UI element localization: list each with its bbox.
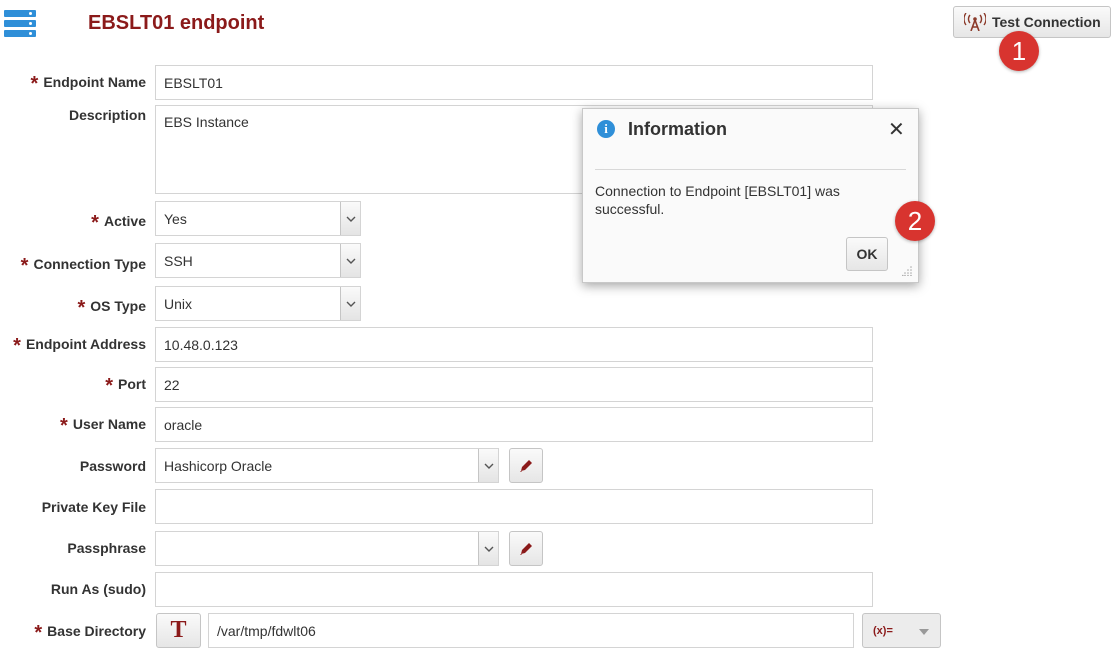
pencil-icon bbox=[520, 542, 532, 555]
info-icon: i bbox=[597, 120, 615, 138]
chevron-down-icon[interactable] bbox=[340, 244, 360, 277]
private-key-file-label: Private Key File bbox=[41, 499, 146, 515]
password-select[interactable]: Hashicorp Oracle bbox=[155, 448, 499, 483]
private-key-file-input[interactable] bbox=[155, 489, 873, 524]
run-as-input[interactable] bbox=[155, 572, 873, 607]
port-label: * Port bbox=[105, 375, 146, 397]
chevron-down-icon[interactable] bbox=[478, 449, 498, 482]
run-as-label: Run As (sudo) bbox=[50, 581, 146, 597]
chevron-down-icon bbox=[919, 629, 929, 635]
endpoint-name-input[interactable]: EBSLT01 bbox=[155, 65, 873, 100]
expression-label: (x)= bbox=[873, 624, 893, 637]
connection-type-select[interactable]: SSH bbox=[155, 243, 361, 278]
step-badge-1: 1 bbox=[999, 31, 1039, 71]
os-type-select[interactable]: Unix bbox=[155, 286, 361, 321]
dialog-title: Information bbox=[628, 119, 727, 139]
base-directory-input[interactable]: /var/tmp/fdwlt06 bbox=[208, 613, 854, 648]
text-type-button[interactable]: T bbox=[156, 613, 201, 648]
password-label: Password bbox=[79, 458, 146, 474]
ok-button[interactable]: OK bbox=[846, 237, 888, 271]
close-icon[interactable]: ✕ bbox=[888, 117, 905, 142]
base-directory-label: * Base Directory bbox=[34, 622, 146, 644]
active-label: * Active bbox=[91, 212, 146, 234]
test-connection-label: Test Connection bbox=[992, 14, 1101, 30]
expression-dropdown[interactable]: (x)= bbox=[862, 613, 941, 648]
edit-passphrase-button[interactable] bbox=[509, 531, 543, 566]
passphrase-label: Passphrase bbox=[67, 540, 146, 556]
passphrase-select[interactable] bbox=[155, 531, 499, 566]
user-name-label: * User Name bbox=[60, 415, 146, 437]
chevron-down-icon[interactable] bbox=[478, 532, 498, 565]
description-label: Description bbox=[68, 107, 146, 123]
required-marker: * bbox=[30, 73, 39, 95]
dialog-divider bbox=[595, 169, 906, 170]
active-select[interactable]: Yes bbox=[155, 201, 361, 236]
chevron-down-icon[interactable] bbox=[340, 287, 360, 320]
information-dialog: i Information ✕ Connection to Endpoint [… bbox=[582, 108, 919, 283]
step-badge-2: 2 bbox=[895, 201, 935, 241]
os-type-label: * OS Type bbox=[77, 297, 146, 319]
user-name-input[interactable]: oracle bbox=[155, 407, 873, 442]
port-input[interactable]: 22 bbox=[155, 367, 873, 402]
endpoint-address-input[interactable]: 10.48.0.123 bbox=[155, 327, 873, 362]
test-connection-button[interactable]: Test Connection bbox=[953, 6, 1111, 38]
edit-password-button[interactable] bbox=[509, 448, 543, 483]
endpoint-server-icon bbox=[4, 10, 36, 37]
endpoint-name-label: * Endpoint Name bbox=[30, 73, 146, 95]
resize-grip-icon[interactable] bbox=[902, 266, 912, 276]
dialog-message: Connection to Endpoint [EBSLT01] was suc… bbox=[595, 183, 840, 217]
page-title: EBSLT01 endpoint bbox=[88, 12, 265, 34]
endpoint-address-label: * Endpoint Address bbox=[13, 335, 146, 357]
chevron-down-icon[interactable] bbox=[340, 202, 360, 235]
antenna-icon bbox=[964, 13, 986, 31]
pencil-icon bbox=[520, 459, 532, 472]
connection-type-label: * Connection Type bbox=[20, 255, 146, 277]
